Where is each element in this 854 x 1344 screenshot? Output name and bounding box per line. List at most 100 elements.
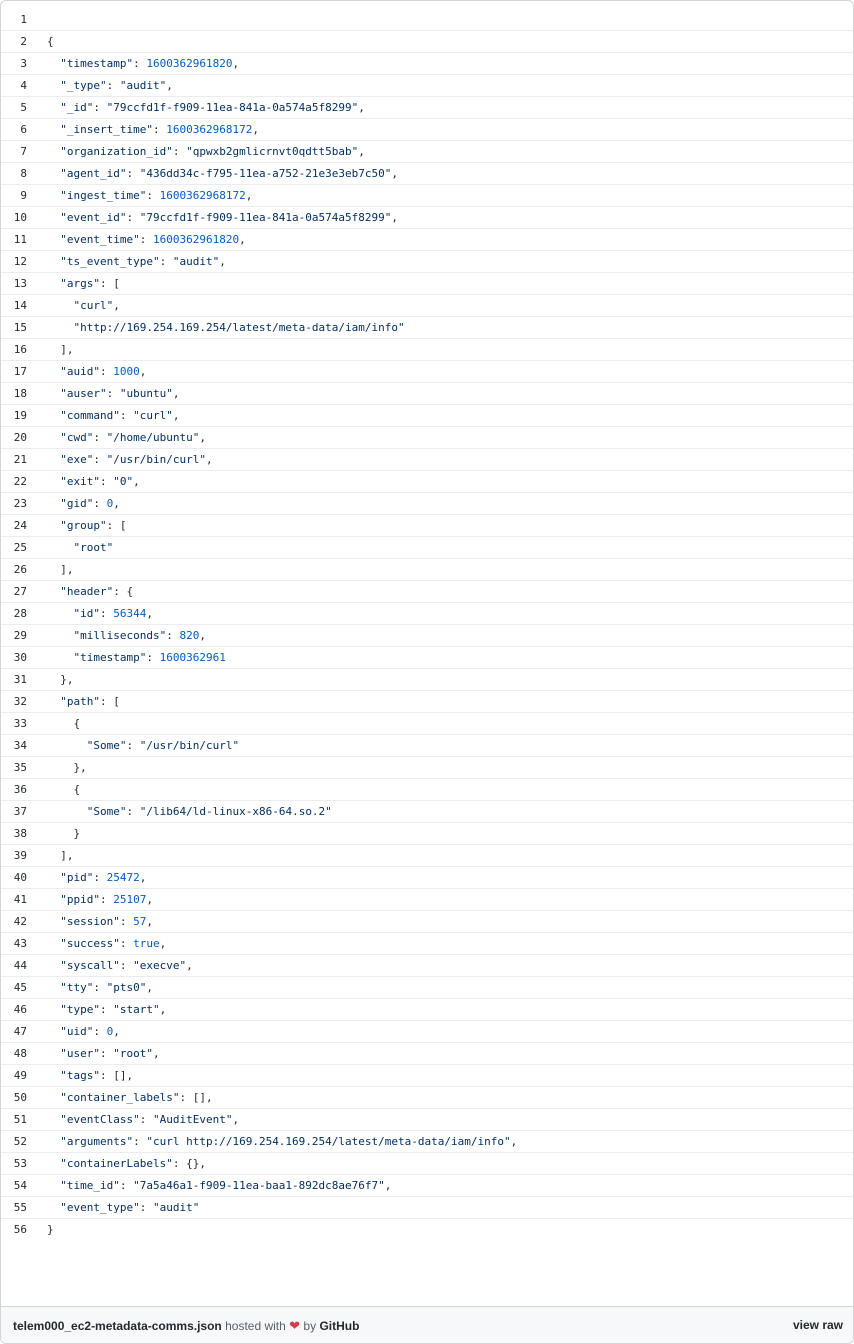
line-number[interactable]: 46	[1, 999, 27, 1021]
line-number[interactable]: 32	[1, 691, 27, 713]
line-code: },	[47, 673, 74, 686]
line-code: "event_type": "audit"	[60, 1201, 200, 1214]
line-number[interactable]: 44	[1, 955, 27, 977]
line-number[interactable]: 19	[1, 405, 27, 427]
code-line: 53 "containerLabels": {},	[1, 1153, 853, 1175]
line-code: }	[47, 827, 81, 840]
line-number[interactable]: 28	[1, 603, 27, 625]
line-number[interactable]: 55	[1, 1197, 27, 1219]
line-number[interactable]: 54	[1, 1175, 27, 1197]
line-number[interactable]: 40	[1, 867, 27, 889]
line-number[interactable]: 2	[1, 31, 27, 53]
line-number[interactable]: 50	[1, 1087, 27, 1109]
code-line: 7 "organization_id": "qpwxb2gmlicrnvt0qd…	[1, 141, 853, 163]
line-number[interactable]: 36	[1, 779, 27, 801]
line-number[interactable]: 23	[1, 493, 27, 515]
line-number[interactable]: 48	[1, 1043, 27, 1065]
heart-icon: ❤	[289, 1318, 301, 1333]
code-line: 36 {	[1, 779, 853, 801]
line-number[interactable]: 6	[1, 119, 27, 141]
line-number[interactable]: 26	[1, 559, 27, 581]
line-code: "success": true,	[60, 937, 167, 950]
line-number[interactable]: 18	[1, 383, 27, 405]
code-line: 40 "pid": 25472,	[1, 867, 853, 889]
line-number[interactable]: 27	[1, 581, 27, 603]
github-link[interactable]: GitHub	[319, 1319, 359, 1333]
line-number[interactable]: 35	[1, 757, 27, 779]
line-number[interactable]: 49	[1, 1065, 27, 1087]
line-number[interactable]: 53	[1, 1153, 27, 1175]
code-line: 42 "session": 57,	[1, 911, 853, 933]
line-number[interactable]: 4	[1, 75, 27, 97]
line-code: "uid": 0,	[60, 1025, 120, 1038]
code-line: 18 "auser": "ubuntu",	[1, 383, 853, 405]
line-number[interactable]: 11	[1, 229, 27, 251]
line-number[interactable]: 33	[1, 713, 27, 735]
line-number[interactable]: 8	[1, 163, 27, 185]
line-number[interactable]: 41	[1, 889, 27, 911]
line-number[interactable]: 42	[1, 911, 27, 933]
line-number[interactable]: 16	[1, 339, 27, 361]
line-number[interactable]: 34	[1, 735, 27, 757]
gist-filename-link[interactable]: telem000_ec2-metadata-comms.json	[13, 1319, 222, 1333]
code-line: 46 "type": "start",	[1, 999, 853, 1021]
line-number[interactable]: 43	[1, 933, 27, 955]
line-code: "group": [	[60, 519, 127, 532]
code-line: 52 "arguments": "curl http://169.254.169…	[1, 1131, 853, 1153]
code-line: 6 "_insert_time": 1600362968172,	[1, 119, 853, 141]
line-number[interactable]: 47	[1, 1021, 27, 1043]
line-number[interactable]: 29	[1, 625, 27, 647]
view-raw-link[interactable]: view raw	[793, 1318, 843, 1332]
line-number[interactable]: 56	[1, 1219, 27, 1241]
code-line: 23 "gid": 0,	[1, 493, 853, 515]
line-code: },	[47, 761, 87, 774]
line-number[interactable]: 22	[1, 471, 27, 493]
code-line: 24 "group": [	[1, 515, 853, 537]
line-code: ],	[47, 563, 74, 576]
line-number[interactable]: 1	[1, 9, 27, 31]
line-number[interactable]: 25	[1, 537, 27, 559]
line-number[interactable]: 14	[1, 295, 27, 317]
line-code: {	[47, 717, 81, 730]
code-line: 56}	[1, 1219, 853, 1241]
code-line: 41 "ppid": 25107,	[1, 889, 853, 911]
line-code: "http://169.254.169.254/latest/meta-data…	[73, 321, 405, 334]
line-code: "timestamp": 1600362961820,	[60, 57, 240, 70]
code-view: 1 2 {3 "timestamp": 1600362961820, 4 "_type…	[1, 9, 853, 1241]
line-number[interactable]: 45	[1, 977, 27, 999]
line-number[interactable]: 17	[1, 361, 27, 383]
line-number[interactable]: 31	[1, 669, 27, 691]
code-line: 31 },	[1, 669, 853, 691]
hosted-with-text: hosted with	[225, 1319, 286, 1333]
line-code: "session": 57,	[60, 915, 153, 928]
line-number[interactable]: 13	[1, 273, 27, 295]
code-line: 1	[1, 9, 853, 31]
line-number[interactable]: 9	[1, 185, 27, 207]
line-number[interactable]: 10	[1, 207, 27, 229]
line-number[interactable]: 52	[1, 1131, 27, 1153]
line-code: "timestamp": 1600362961	[73, 651, 226, 664]
line-number[interactable]: 15	[1, 317, 27, 339]
code-line: 11 "event_time": 1600362961820,	[1, 229, 853, 251]
line-number[interactable]: 24	[1, 515, 27, 537]
line-code: "_id": "79ccfd1f-f909-11ea-841a-0a574a5f…	[60, 101, 365, 114]
line-number[interactable]: 3	[1, 53, 27, 75]
line-number[interactable]: 30	[1, 647, 27, 669]
line-number[interactable]: 21	[1, 449, 27, 471]
line-code: "organization_id": "qpwxb2gmlicrnvt0qdtt…	[60, 145, 365, 158]
line-number[interactable]: 38	[1, 823, 27, 845]
line-code: "args": [	[60, 277, 120, 290]
code-line: 4 "_type": "audit",	[1, 75, 853, 97]
line-code: {	[47, 783, 81, 796]
line-code: "pid": 25472,	[60, 871, 147, 884]
line-number[interactable]: 39	[1, 845, 27, 867]
line-number[interactable]: 5	[1, 97, 27, 119]
line-number[interactable]: 7	[1, 141, 27, 163]
line-number[interactable]: 20	[1, 427, 27, 449]
code-line: 19 "command": "curl",	[1, 405, 853, 427]
line-number[interactable]: 37	[1, 801, 27, 823]
line-number[interactable]: 51	[1, 1109, 27, 1131]
code-line: 38 }	[1, 823, 853, 845]
line-number[interactable]: 12	[1, 251, 27, 273]
code-line: 20 "cwd": "/home/ubuntu",	[1, 427, 853, 449]
